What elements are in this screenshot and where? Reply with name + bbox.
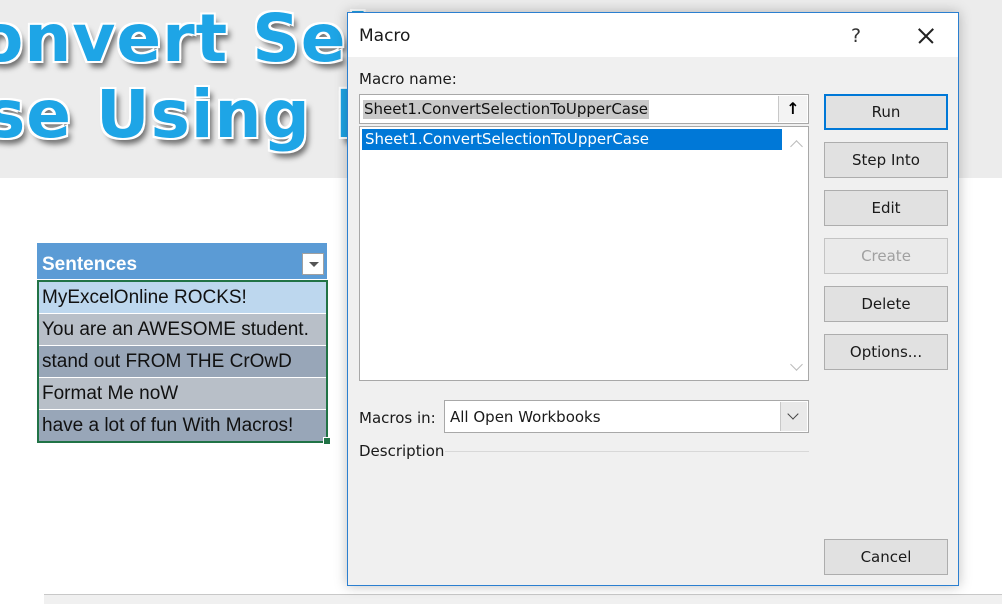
table-row[interactable]: MyExcelOnline ROCKS! <box>39 282 326 314</box>
delete-button[interactable]: Delete <box>824 286 948 322</box>
macro-name-value: Sheet1.ConvertSelectionToUpperCase <box>363 100 650 119</box>
sentences-table: Sentences MyExcelOnline ROCKS! You are a… <box>37 243 328 443</box>
upload-arrow-icon[interactable]: ↑ <box>778 96 807 122</box>
table-header[interactable]: Sentences <box>37 243 327 279</box>
help-icon[interactable]: ? <box>845 23 867 49</box>
options-button[interactable]: Options... <box>824 334 948 370</box>
create-button[interactable]: Create <box>824 238 948 274</box>
run-button[interactable]: Run <box>824 94 948 130</box>
table-row[interactable]: Format Me noW <box>39 378 326 410</box>
scroll-down-icon[interactable] <box>791 362 801 372</box>
table-row[interactable]: have a lot of fun With Macros! <box>39 410 326 441</box>
table-row[interactable]: stand out FROM THE CrOwD <box>39 346 326 378</box>
edit-button[interactable]: Edit <box>824 190 948 226</box>
macros-in-value: All Open Workbooks <box>450 408 601 426</box>
description-divider <box>445 451 809 452</box>
macros-in-select[interactable]: All Open Workbooks <box>444 400 809 433</box>
chevron-down-icon[interactable] <box>780 402 807 431</box>
table-header-label: Sentences <box>42 254 138 275</box>
table-row[interactable]: You are an AWESOME student. <box>39 314 326 346</box>
macros-in-label: Macros in: <box>359 409 436 427</box>
macro-list[interactable]: Sheet1.ConvertSelectionToUpperCase <box>359 126 809 381</box>
filter-dropdown-icon[interactable] <box>302 253 324 275</box>
close-icon[interactable] <box>908 23 942 49</box>
step-into-button[interactable]: Step Into <box>824 142 948 178</box>
macro-dialog: Macro ? Macro name: Sheet1.ConvertSelect… <box>347 12 959 586</box>
description-label: Description <box>359 442 445 460</box>
cancel-button[interactable]: Cancel <box>824 539 948 575</box>
macro-name-input[interactable]: Sheet1.ConvertSelectionToUpperCase ↑ <box>359 94 809 124</box>
scroll-up-icon[interactable] <box>791 139 801 149</box>
fill-handle[interactable] <box>323 437 331 445</box>
selected-range: MyExcelOnline ROCKS! You are an AWESOME … <box>37 280 328 443</box>
macro-name-label: Macro name: <box>359 70 457 88</box>
list-item[interactable]: Sheet1.ConvertSelectionToUpperCase <box>362 129 782 150</box>
list-scrollbar[interactable] <box>784 127 808 380</box>
dialog-title: Macro <box>359 26 411 46</box>
dialog-title-bar: Macro ? <box>348 13 958 57</box>
